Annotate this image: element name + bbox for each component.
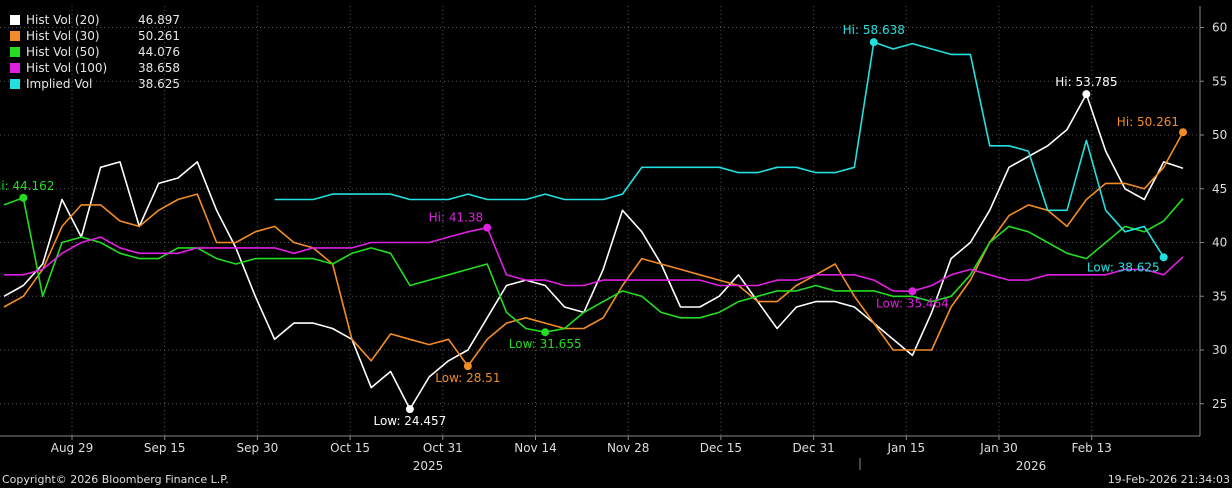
legend-item: Hist Vol (20) 46.897	[10, 12, 180, 28]
extreme-marker	[541, 328, 550, 337]
series-line-5	[274, 41, 1165, 258]
x-tick-label: Jan 30	[979, 441, 1018, 455]
series-line-3	[3, 197, 1184, 334]
legend-series-name: Hist Vol (50)	[26, 45, 100, 59]
series-line-1	[3, 93, 1184, 410]
extreme-label: Low: 28.51	[435, 371, 500, 385]
extreme-label: Hi: 41.38	[429, 211, 484, 225]
y-tick-label: 25	[1212, 397, 1227, 411]
extreme-marker	[405, 405, 414, 414]
y-tick-label: 50	[1212, 128, 1227, 142]
legend-swatch	[10, 79, 20, 89]
y-tick-label: 45	[1212, 182, 1227, 196]
year-label: 2026	[1016, 459, 1047, 473]
x-tick-label: Oct 31	[423, 441, 463, 455]
extreme-marker	[908, 287, 917, 296]
legend-item: Hist Vol (30) 50.261	[10, 28, 180, 44]
y-tick-label: 60	[1212, 21, 1227, 35]
legend-series-name: Hist Vol (100)	[26, 61, 108, 75]
legend-series-value: 50.261	[138, 29, 180, 43]
legend-swatch	[10, 31, 20, 41]
legend: Hist Vol (20) 46.897 Hist Vol (30) 50.261 Hi…	[10, 12, 180, 92]
legend-series-value: 38.658	[138, 61, 180, 75]
extreme-label: Hi: 53.785	[1055, 75, 1117, 89]
y-tick-label: 40	[1212, 236, 1227, 250]
legend-item: Hist Vol (100) 38.658	[10, 60, 180, 76]
extreme-label: Hi: 58.638	[843, 23, 905, 37]
x-tick-label: Dec 31	[792, 441, 834, 455]
extreme-label: Low: 31.655	[509, 337, 582, 351]
extreme-label: Low: 35.464	[876, 296, 949, 310]
x-tick-label: Jan 15	[887, 441, 926, 455]
x-tick-label: Sep 15	[144, 441, 186, 455]
x-tick-label: Oct 15	[330, 441, 370, 455]
extreme-marker	[1159, 253, 1168, 262]
legend-series-name: Hist Vol (30)	[26, 29, 100, 43]
extreme-marker	[19, 193, 28, 202]
legend-swatch	[10, 63, 20, 73]
legend-series-value: 46.897	[138, 13, 180, 27]
timestamp-text: 19-Feb-2026 21:34:03	[1107, 473, 1230, 486]
x-tick-label: Sep 30	[237, 441, 279, 455]
legend-swatch	[10, 15, 20, 25]
x-tick-label: Dec 15	[700, 441, 742, 455]
x-tick-label: Feb 13	[1072, 441, 1112, 455]
legend-series-value: 38.625	[138, 77, 180, 91]
y-tick-label: 55	[1212, 74, 1227, 88]
legend-item: Hist Vol (50) 44.076	[10, 44, 180, 60]
x-tick-label: Nov 28	[607, 441, 650, 455]
x-tick-label: Nov 14	[514, 441, 557, 455]
extreme-label: Low: 24.457	[373, 414, 446, 428]
extreme-label: Hi: 44.162	[0, 179, 54, 193]
extreme-label: Low: 38.625	[1087, 260, 1160, 274]
extreme-marker	[463, 362, 472, 371]
series-line-4	[4, 226, 1184, 293]
legend-series-name: Hist Vol (20)	[26, 13, 100, 27]
legend-item: Implied Vol 38.625	[10, 76, 180, 92]
copyright-text: Copyright© 2026 Bloomberg Finance L.P.	[2, 473, 229, 486]
extreme-marker	[483, 223, 492, 232]
x-tick-label: Aug 29	[51, 441, 94, 455]
y-tick-label: 35	[1212, 289, 1227, 303]
y-tick-label: 30	[1212, 343, 1227, 357]
extreme-marker	[1082, 90, 1091, 99]
legend-series-name: Implied Vol	[26, 77, 93, 91]
extreme-marker	[869, 38, 878, 47]
volatility-chart: 25 30 35 40 45 50 55 60 Aug 29 Sep 15 Sep 30 Oct 15…	[0, 6, 1227, 473]
year-label: 2025	[413, 459, 444, 473]
legend-swatch	[10, 47, 20, 57]
extreme-marker	[1179, 128, 1187, 137]
series-line-2	[3, 131, 1184, 367]
legend-series-value: 44.076	[138, 45, 180, 59]
extreme-label: Hi: 50.261	[1117, 115, 1179, 129]
